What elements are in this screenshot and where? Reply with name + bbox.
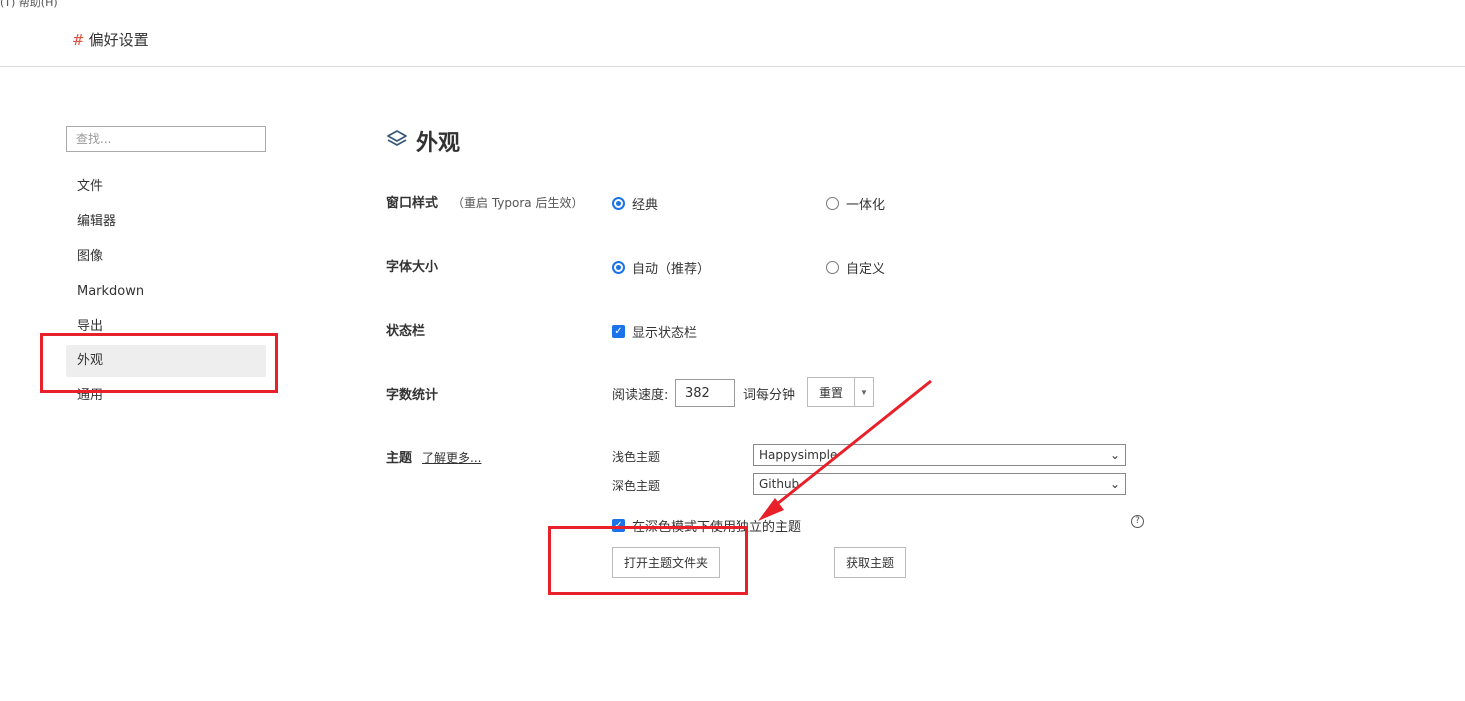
theme-label: 主题 了解更多... — [386, 447, 481, 466]
status-bar-label: 状态栏 — [386, 324, 426, 339]
radio-selected-icon — [612, 197, 625, 210]
section-title: 外观 — [416, 131, 461, 156]
help-icon[interactable]: ? — [1131, 515, 1144, 528]
chevron-down-icon: ⌄ — [1109, 477, 1120, 491]
sidebar-item-editor[interactable]: 编辑器 — [66, 206, 266, 238]
reset-button[interactable]: 重置 — [807, 377, 855, 407]
theme-label-text: 主题 — [386, 451, 413, 466]
radio-unselected-icon — [826, 261, 839, 274]
radio-selected-icon — [612, 261, 625, 274]
show-status-bar-checkbox[interactable]: ✓ 显示状态栏 — [612, 322, 697, 341]
checkbox-checked-icon: ✓ — [612, 519, 625, 532]
dark-theme-value: Github — [759, 477, 800, 491]
reading-speed-label: 阅读速度: — [612, 388, 669, 403]
sidebar-item-appearance[interactable]: 外观 — [66, 345, 266, 377]
sidebar-item-markdown[interactable]: Markdown — [66, 276, 266, 308]
word-count-label: 字数统计 — [386, 388, 439, 403]
sidebar-item-image[interactable]: 图像 — [66, 241, 266, 273]
radio-classic[interactable]: 经典 — [612, 194, 658, 213]
light-theme-select[interactable]: Happysimple ⌄ — [753, 444, 1126, 466]
reset-dropdown-arrow-icon[interactable]: ▼ — [854, 377, 874, 407]
reading-speed-input[interactable] — [675, 379, 735, 407]
radio-font-custom-label: 自定义 — [846, 262, 886, 277]
dark-theme-select[interactable]: Github ⌄ — [753, 473, 1126, 495]
sidebar-item-export[interactable]: 导出 — [66, 311, 266, 343]
learn-more-link[interactable]: 了解更多... — [422, 451, 481, 465]
window-style-label: 窗口样式 （重启 Typora 后生效） — [386, 192, 583, 211]
radio-unified-label: 一体化 — [846, 198, 886, 213]
section-header: 外观 — [386, 124, 460, 158]
search-input[interactable] — [66, 126, 266, 152]
hash-symbol: # — [72, 31, 85, 49]
get-themes-button[interactable]: 获取主题 — [834, 547, 906, 578]
header: # 偏好设置 — [0, 0, 1465, 67]
checkbox-checked-icon: ✓ — [612, 325, 625, 338]
layers-icon — [386, 128, 408, 154]
chevron-down-icon: ⌄ — [1109, 448, 1120, 462]
reading-speed-unit: 词每分钟 — [743, 388, 796, 403]
radio-classic-label: 经典 — [632, 198, 659, 213]
light-theme-label: 浅色主题 — [612, 450, 661, 464]
radio-unselected-icon — [826, 197, 839, 210]
light-theme-value: Happysimple — [759, 448, 838, 462]
dark-theme-label: 深色主题 — [612, 479, 661, 493]
separate-dark-theme-checkbox[interactable]: ✓ 在深色模式下使用独立的主题 — [612, 516, 801, 535]
show-status-bar-label: 显示状态栏 — [632, 326, 698, 341]
radio-font-auto[interactable]: 自动（推荐） — [612, 258, 710, 277]
page-title: # 偏好设置 — [72, 29, 149, 50]
radio-font-custom[interactable]: 自定义 — [826, 258, 885, 277]
radio-font-auto-label: 自动（推荐） — [632, 262, 711, 277]
open-theme-folder-button[interactable]: 打开主题文件夹 — [612, 547, 720, 578]
window-style-hint: （重启 Typora 后生效） — [452, 196, 584, 210]
sidebar-item-file[interactable]: 文件 — [66, 171, 266, 203]
radio-unified[interactable]: 一体化 — [826, 194, 885, 213]
font-size-label: 字体大小 — [386, 260, 439, 275]
page-title-text: 偏好设置 — [88, 31, 149, 49]
window-style-label-text: 窗口样式 — [386, 196, 439, 211]
sidebar-item-general[interactable]: 通用 — [66, 380, 266, 412]
separate-dark-theme-label: 在深色模式下使用独立的主题 — [632, 520, 802, 535]
